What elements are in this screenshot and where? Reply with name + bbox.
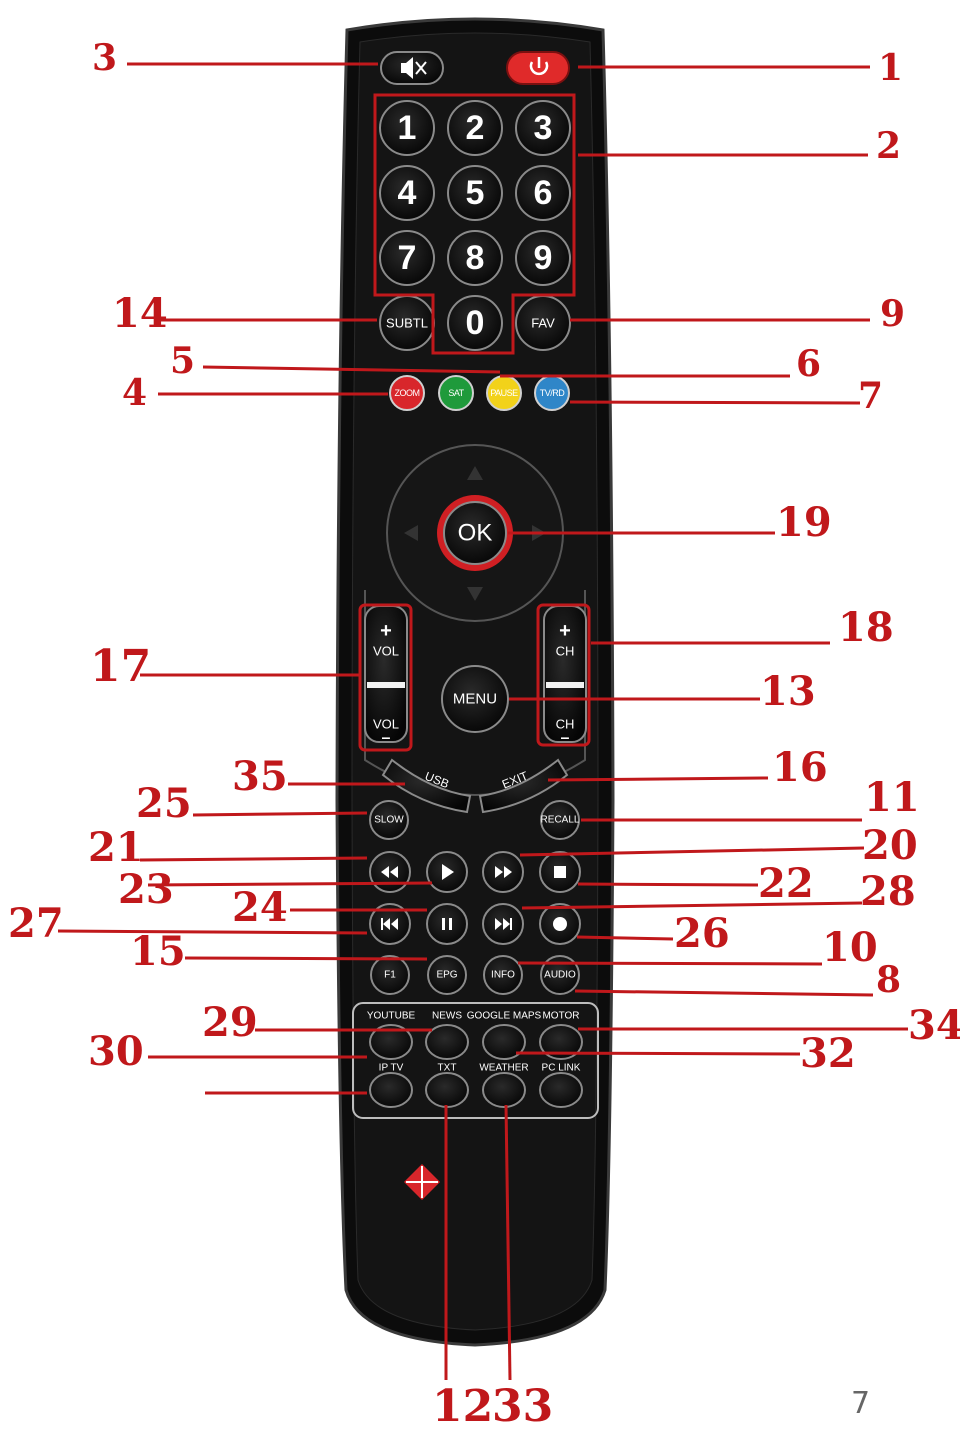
vol-up-label: + [380,620,392,642]
callout-17: 17 [90,641,152,692]
ch-up-label: + [559,620,571,642]
callout-25: 25 [136,780,192,827]
callout-2: 2 [876,125,902,167]
f1-button-label: F1 [384,970,396,981]
vol-down-label: – [382,730,391,747]
callout-line-15 [192,811,368,817]
record-icon-shape [553,917,567,931]
callout-29: 29 [202,999,258,1046]
stop-icon-shape [554,866,566,878]
callout-19: 19 [776,499,832,546]
ch-top-label: CH [556,644,575,659]
callout-13: 13 [760,668,816,715]
audio-button-label: AUDIO [544,970,576,981]
remote-control: 1 2 34 5 67 8 90SUBTL FAVZOOM SAT PAUSE TV/RDOK+VO… [57,17,908,1381]
app-button-txt[interactable] [425,1072,469,1108]
callout-line-26 [517,961,823,966]
pause-button[interactable] [426,903,468,945]
callout-line-25 [184,956,428,961]
callout-16: 16 [772,744,828,791]
epg-button-label: EPG [436,970,457,981]
callout-line-14 [547,776,769,782]
app-label-row1-3: MOTOR [542,1011,579,1022]
app-label-row2-1: TXT [438,1063,457,1074]
callout-34: 34 [908,1002,960,1049]
pause-button-label: PAUSE [490,388,518,398]
callout-35: 35 [232,753,288,800]
fav-button-label: FAV [531,316,555,331]
callout-line-31 [515,1051,801,1056]
digit-2-button-label: 2 [466,109,485,147]
callout-line-27 [574,989,874,997]
callout-line-24 [576,935,674,941]
app-label-row1-2: GOOGLE MAPS [467,1011,542,1022]
subtl-button-label: SUBTL [386,316,428,331]
digit-9-button-label: 9 [534,239,553,277]
callout-15: 15 [130,928,186,975]
callout-6: 6 [796,343,822,385]
callout-28: 28 [860,868,916,915]
vol-top-label: VOL [373,644,399,659]
vol-divider [367,682,405,688]
callout-24: 24 [232,884,288,931]
app-label-row1-1: NEWS [432,1011,462,1022]
callout-33: 33 [492,1381,554,1432]
app-button-news[interactable] [425,1024,469,1060]
digit-5-button-label: 5 [466,174,485,212]
remote-diagram: 1 2 3 4 5 6 7 8 9 0 SUBTL FAV ZOOM SAT PAUSE TV/RD OK + VO… [0,0,960,1437]
callout-10: 10 [822,924,878,971]
zoom-button-label: ZOOM [395,388,420,398]
callout-line-17 [139,856,368,862]
callout-12: 12 [432,1381,494,1432]
callout-1: 1 [878,47,904,89]
app-button-ip-tv[interactable] [369,1072,413,1108]
callout-22: 22 [758,860,814,907]
app-label-row2-0: IP TV [379,1063,404,1074]
callout-26: 26 [674,910,730,957]
callout-20: 20 [862,822,918,869]
app-button-pc-link[interactable] [539,1072,583,1108]
callout-4: 4 [122,372,148,414]
slow-button-label: SLOW [374,815,404,826]
menu-button-label: MENU [453,691,497,708]
callout-32: 32 [800,1030,856,1077]
digit-3-button-label: 3 [534,109,553,147]
sat-button-label: SAT [448,388,464,398]
callout-line-19 [147,881,433,887]
callout-21: 21 [88,824,144,871]
digit-6-button-label: 6 [534,174,553,212]
callout-14: 14 [112,290,168,337]
callout-3: 3 [92,37,118,79]
callout-30: 30 [88,1028,144,1075]
app-label-row2-2: WEATHER [479,1063,528,1074]
app-button-weather[interactable] [482,1072,526,1108]
info-button-label: INFO [491,970,515,981]
digit-7-button-label: 7 [398,239,417,277]
callout-line-23 [57,929,368,935]
callout-line-8 [569,400,861,405]
callout-8: 8 [876,959,902,1001]
tvrd-button-label: TV/RD [540,388,566,398]
ok-button-label: OK [458,520,493,547]
callout-5: 5 [170,340,196,382]
record-icon [553,917,567,931]
app-label-row1-0: YOUTUBE [367,1011,416,1022]
callout-9: 9 [880,293,906,335]
digit-0-button-label: 0 [466,304,485,342]
callout-7: 7 [858,375,884,417]
callout-11: 11 [864,774,920,821]
callout-27: 27 [8,900,64,947]
recall-button-label: RECALL [541,815,580,826]
digit-8-button-label: 8 [466,239,485,277]
page-number: 7 [851,1386,871,1421]
ch-divider [546,682,584,688]
stop-icon [554,866,566,878]
callout-line-20 [577,882,759,887]
callout-23: 23 [118,866,174,913]
digit-4-button-label: 4 [398,174,417,212]
app-label-row2-3: PC LINK [542,1063,581,1074]
callout-18: 18 [838,604,894,651]
digit-1-button-label: 1 [398,109,417,147]
